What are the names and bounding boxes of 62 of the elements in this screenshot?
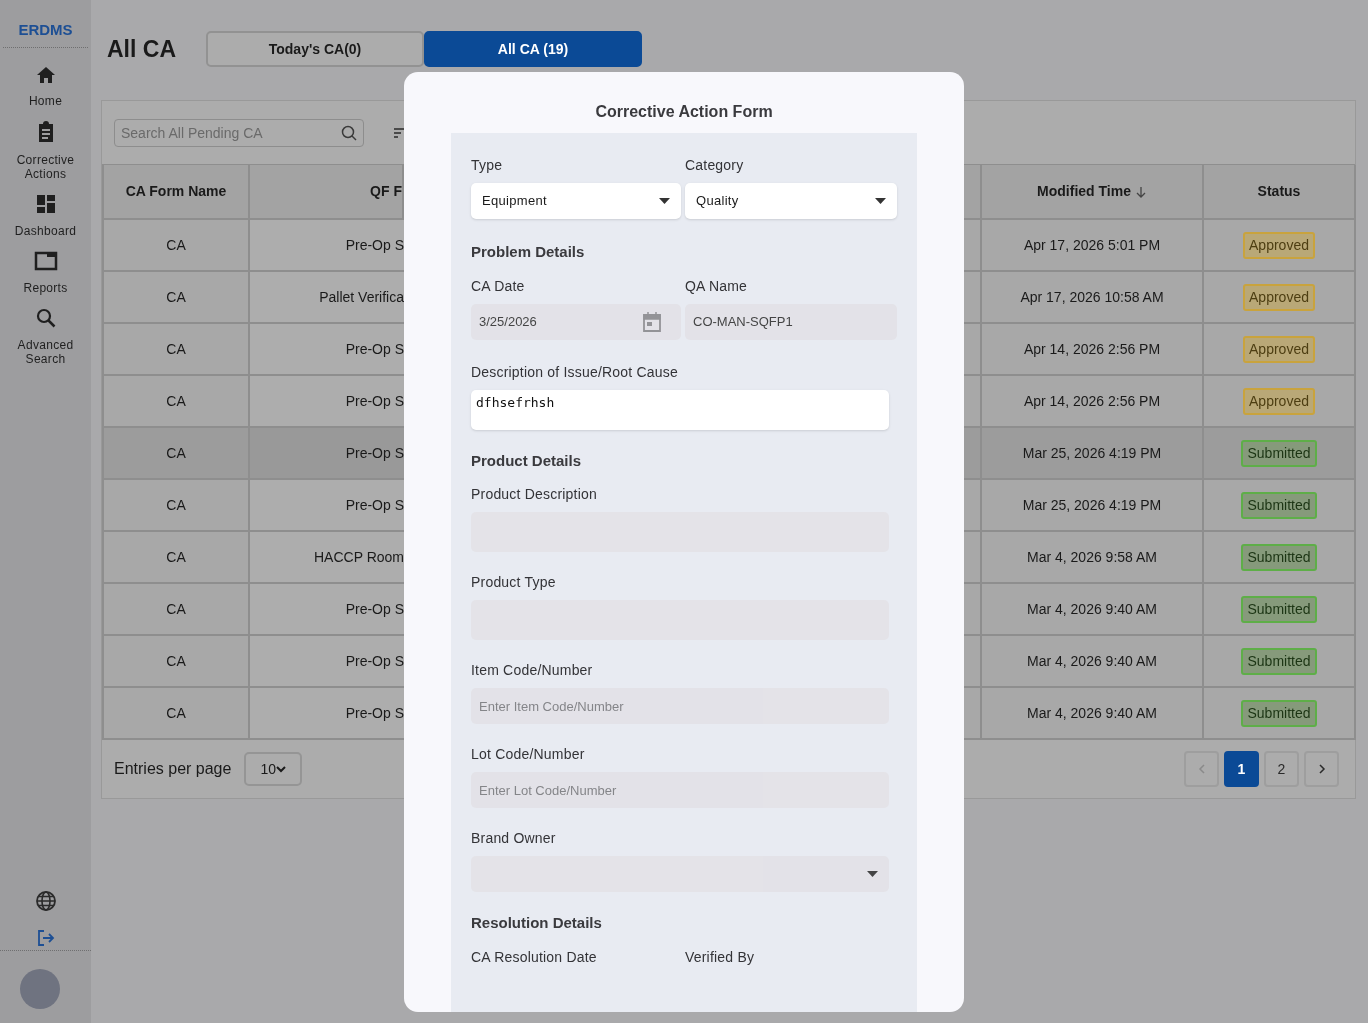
field-label: QA Name xyxy=(685,276,749,296)
table-cell-text: CA xyxy=(166,391,186,411)
text-field: Enter Lot Code/Number xyxy=(471,772,889,808)
table-cell-text: Apr 17, 2026 5:01 PM xyxy=(1023,235,1161,255)
table-cell-text: Mar 25, 2026 4:19 PM xyxy=(1022,443,1162,463)
table-cell-text: Pre-Op S xyxy=(345,339,404,359)
text-field: Enter Item Code/Number xyxy=(471,688,889,724)
table-cell-text: CA xyxy=(166,599,186,619)
status-badge: Submitted xyxy=(1241,699,1317,727)
table-cell-text: Mar 4, 2026 9:40 AM xyxy=(1027,651,1157,671)
status-badge: Approved xyxy=(1243,387,1315,415)
table-cell-text: HACCP Room xyxy=(314,547,404,567)
field-label: Product Type xyxy=(471,573,557,592)
table-cell-text: CA xyxy=(166,547,186,567)
field-label: Item Code/Number xyxy=(471,661,594,680)
status-badge: Submitted xyxy=(1241,491,1317,519)
table-cell-text: Pre-Op S xyxy=(345,443,404,463)
brand-logo: ERDMS xyxy=(18,19,73,40)
status-badge: Submitted xyxy=(1241,647,1317,675)
field-label: Verified By xyxy=(685,947,756,967)
table-cell-text: CA xyxy=(166,443,186,463)
table-cell-text: CA xyxy=(166,703,186,723)
modal-title: Corrective Action Form xyxy=(595,102,773,122)
table-cell-text: Mar 4, 2026 9:40 AM xyxy=(1027,703,1157,723)
table-cell-text: Pre-Op S xyxy=(345,495,404,515)
table-cell-text: Mar 4, 2026 9:58 AM xyxy=(1027,547,1157,567)
table-cell-text: CA xyxy=(166,235,186,255)
table-cell-text: Pre-Op S xyxy=(345,651,404,671)
section-heading: Problem Details xyxy=(471,242,586,262)
status-badge: Approved xyxy=(1243,231,1315,259)
status-badge: Submitted xyxy=(1241,595,1317,623)
table-cell-text: Pre-Op S xyxy=(345,599,404,619)
field-label: CA Resolution Date xyxy=(471,947,598,967)
page-title: All CA xyxy=(107,34,176,64)
table-cell-text: Mar 4, 2026 9:40 AM xyxy=(1027,599,1157,619)
table-cell-text: CA xyxy=(166,287,186,307)
table-cell-text: Pallet Verifica xyxy=(319,287,404,307)
field-label: Product Description xyxy=(471,485,598,504)
field-label: Brand Owner xyxy=(471,829,557,848)
status-badge: Approved xyxy=(1243,335,1315,363)
text-field: CO-MAN-SQFP1 xyxy=(685,303,897,340)
status-badge: Submitted xyxy=(1241,543,1317,571)
table-cell-text: CA xyxy=(166,651,186,671)
table-cell-text: Mar 25, 2026 4:19 PM xyxy=(1022,495,1162,515)
table-cell-text: Apr 17, 2026 10:58 AM xyxy=(1020,287,1164,307)
field-label: Lot Code/Number xyxy=(471,745,586,764)
date-field: 3/25/2026 xyxy=(471,303,681,340)
table-cell-text: Pre-Op S xyxy=(345,235,404,255)
table-cell-text: Pre-Op S xyxy=(345,391,404,411)
field-label: Type xyxy=(471,156,504,175)
field-label: Category xyxy=(685,156,745,175)
field-label: CA Date xyxy=(471,276,526,296)
section-heading: Resolution Details xyxy=(471,913,603,933)
section-heading: Product Details xyxy=(471,450,583,471)
table-cell-text: Apr 14, 2026 2:56 PM xyxy=(1023,339,1161,359)
table-cell-text: Pre-Op S xyxy=(345,703,404,723)
table-cell-text: CA xyxy=(166,339,186,359)
entries-per-page-label: Entries per page xyxy=(114,759,232,779)
table-cell-text: CA xyxy=(166,495,186,515)
status-badge: Submitted xyxy=(1241,439,1317,467)
table-cell-text: Apr 14, 2026 2:56 PM xyxy=(1023,391,1161,411)
status-badge: Approved xyxy=(1243,283,1315,311)
